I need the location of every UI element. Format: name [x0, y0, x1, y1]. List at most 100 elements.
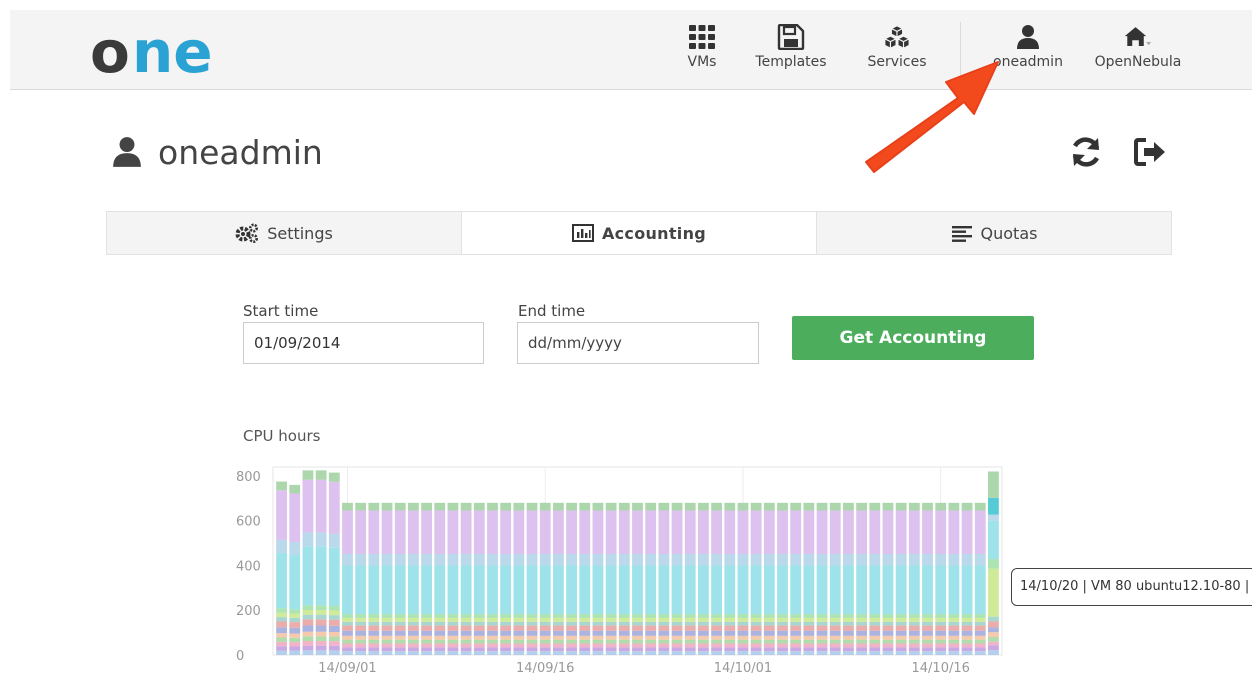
logout-button[interactable] — [1132, 134, 1168, 170]
bar-21-seg-3 — [552, 639, 564, 644]
y-tick-label-3: 600 — [236, 515, 261, 530]
bar-0-seg-6 — [276, 621, 287, 628]
bar-22-seg-6 — [566, 625, 577, 631]
bar-48-seg-12 — [908, 510, 920, 554]
bar-28-seg-12 — [645, 510, 657, 554]
bar-48-seg-8 — [908, 617, 920, 622]
bar-50-seg-6 — [935, 625, 947, 631]
bar-42-seg-9 — [829, 614, 841, 618]
refresh-button[interactable] — [1068, 134, 1104, 170]
bar-52-seg-0 — [961, 651, 973, 655]
bar-17-seg-3 — [500, 639, 512, 644]
bar-33-seg-4 — [711, 635, 723, 640]
bar-8-seg-6 — [381, 625, 393, 631]
bar-33-seg-7 — [711, 621, 723, 626]
bar-18-seg-10 — [513, 565, 525, 615]
bar-40-seg-10 — [803, 565, 815, 615]
bar-42-seg-3 — [829, 639, 841, 644]
bar-6-seg-2 — [355, 643, 367, 648]
bar-47-seg-0 — [895, 651, 907, 655]
bar-41-seg-10 — [816, 565, 828, 615]
bar-44-seg-4 — [856, 635, 868, 640]
bar-9-seg-7 — [394, 621, 406, 626]
bar-35-seg-5 — [737, 630, 749, 636]
bar-23-seg-0 — [579, 651, 591, 655]
bar-6-seg-0 — [355, 651, 367, 655]
bar-25-seg-8 — [605, 617, 617, 622]
nav-opennebula-zone[interactable]: OpenNebula — [1092, 20, 1184, 80]
bar-40-seg-1 — [803, 647, 815, 652]
bar-6-seg-12 — [355, 510, 367, 554]
bar-14-seg-12 — [460, 510, 472, 554]
bar-15-seg-10 — [473, 565, 485, 615]
nav-services[interactable]: Services — [860, 20, 934, 80]
tab-quotas[interactable]: Quotas — [817, 212, 1171, 254]
bar-42-seg-1 — [829, 647, 841, 652]
nav-templates[interactable]: Templates — [750, 20, 832, 80]
bar-44-seg-12 — [856, 510, 868, 554]
bar-46-seg-6 — [882, 625, 894, 631]
bar-15-seg-2 — [473, 643, 485, 648]
bar-3-seg-3 — [315, 636, 327, 642]
bar-42-seg-13 — [829, 502, 841, 511]
bar-31-seg-5 — [684, 630, 696, 636]
bar-22-seg-13 — [566, 502, 577, 511]
bar-39-seg-0 — [790, 651, 802, 655]
grid-icon — [689, 25, 715, 49]
bar-14-seg-7 — [460, 621, 472, 626]
bar-25-seg-9 — [605, 614, 617, 618]
bar-34-seg-9 — [724, 614, 736, 618]
opennebula-logo[interactable]: o ne — [90, 20, 230, 80]
bar-38-seg-11 — [777, 553, 788, 566]
bar-21-seg-7 — [552, 621, 564, 626]
bar-33-seg-6 — [711, 625, 723, 631]
nav-user-oneadmin[interactable]: oneadmin — [990, 20, 1066, 80]
bar-14-seg-5 — [460, 630, 472, 636]
bar-13-seg-10 — [447, 565, 459, 615]
bar-10-seg-13 — [407, 502, 419, 511]
bar-31-seg-11 — [684, 553, 696, 566]
bar-32-seg-4 — [698, 635, 709, 640]
bar-29-seg-8 — [658, 617, 670, 622]
bar-24-seg-9 — [592, 614, 604, 618]
bar-10-seg-11 — [407, 553, 419, 566]
bar-16-seg-6 — [487, 625, 498, 631]
bar-54-seg-12 — [988, 497, 999, 515]
bar-30-seg-2 — [671, 643, 683, 648]
bar-8-seg-7 — [381, 621, 393, 626]
bar-54-seg-1 — [988, 645, 999, 651]
bar-10-seg-12 — [407, 510, 419, 554]
bar-27-seg-9 — [632, 614, 643, 618]
bar-39-seg-10 — [790, 565, 802, 615]
bar-29-seg-11 — [658, 553, 670, 566]
bar-21-seg-8 — [552, 617, 564, 622]
bar-17-seg-10 — [500, 565, 512, 615]
bar-44-seg-0 — [856, 651, 868, 655]
bar-21-seg-4 — [552, 635, 564, 640]
bar-47-seg-5 — [895, 630, 907, 636]
tab-settings[interactable]: Settings — [107, 212, 462, 254]
bar-24-seg-10 — [592, 565, 604, 615]
bar-51-seg-4 — [948, 635, 960, 640]
bar-48-seg-5 — [908, 630, 920, 636]
bar-50-seg-5 — [935, 630, 947, 636]
bar-34-seg-12 — [724, 510, 736, 554]
bar-20-seg-3 — [539, 639, 551, 644]
bar-47-seg-11 — [895, 553, 907, 566]
bar-4-seg-7 — [328, 615, 340, 620]
bar-8-seg-5 — [381, 630, 393, 636]
bar-16-seg-9 — [487, 614, 498, 618]
bar-49-seg-0 — [922, 651, 933, 655]
bar-43-seg-13 — [843, 502, 854, 511]
bar-3-seg-7 — [315, 614, 327, 620]
start-time-label: Start time — [243, 302, 319, 320]
bar-43-seg-4 — [843, 635, 854, 640]
start-time-input[interactable] — [243, 322, 484, 364]
bar-34-seg-6 — [724, 625, 736, 631]
bar-40-seg-8 — [803, 617, 815, 622]
end-time-input[interactable] — [517, 322, 759, 364]
tab-accounting[interactable]: Accounting — [462, 212, 817, 254]
get-accounting-button[interactable]: Get Accounting — [792, 316, 1034, 360]
nav-vms[interactable]: VMs — [670, 20, 734, 80]
bar-41-seg-1 — [816, 647, 828, 652]
